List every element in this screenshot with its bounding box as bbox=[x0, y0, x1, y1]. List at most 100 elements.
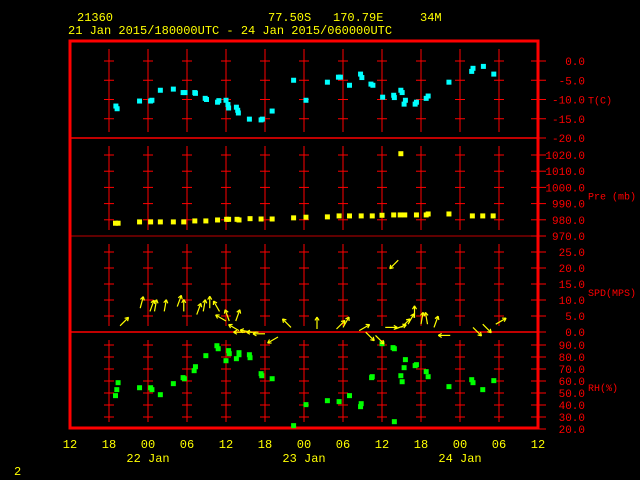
rh-point bbox=[149, 387, 155, 393]
y-tick-label: -20.0 bbox=[552, 134, 585, 146]
rh-point bbox=[236, 352, 242, 358]
temperature-point bbox=[401, 101, 407, 107]
temperature-point bbox=[470, 65, 476, 71]
x-tick-label: 12 bbox=[375, 438, 389, 452]
pressure-point bbox=[347, 213, 352, 219]
rh-point bbox=[391, 346, 397, 352]
x-tick-label: 00 bbox=[297, 438, 311, 452]
pressure-point bbox=[336, 213, 342, 219]
y-tick-label: 15.0 bbox=[559, 280, 585, 292]
y-tick-label: 30.0 bbox=[559, 413, 585, 425]
wind-vector bbox=[336, 320, 346, 330]
x-date-label: 24 Jan bbox=[438, 452, 481, 466]
rh-point bbox=[324, 398, 330, 404]
pressure-point bbox=[157, 219, 163, 225]
y-axis-label: T(C) bbox=[588, 96, 612, 108]
x-date-label: 23 Jan bbox=[282, 452, 325, 466]
pressure-point bbox=[324, 214, 330, 220]
temperature-point bbox=[291, 77, 297, 83]
pressure-point bbox=[192, 218, 198, 224]
pressure-point bbox=[170, 219, 176, 225]
temperature-point bbox=[157, 87, 163, 93]
y-tick-label: 10.0 bbox=[559, 296, 585, 308]
x-tick-label: 00 bbox=[453, 438, 467, 452]
x-tick-label: 12 bbox=[63, 438, 77, 452]
pressure-point bbox=[236, 217, 242, 223]
rh-point bbox=[269, 376, 275, 382]
wind-vector bbox=[282, 318, 292, 328]
pressure-point bbox=[490, 213, 496, 219]
temperature-point bbox=[182, 90, 188, 96]
y-tick-label: 970.0 bbox=[552, 232, 585, 244]
temperature-point bbox=[391, 95, 397, 101]
y-tick-label: 5.0 bbox=[565, 312, 585, 324]
pressure-point bbox=[469, 213, 475, 219]
temperature-point bbox=[446, 79, 452, 85]
y-tick-label: 40.0 bbox=[559, 401, 585, 413]
temperature-point bbox=[269, 108, 275, 114]
pressure-point bbox=[269, 216, 275, 222]
pressure-point bbox=[115, 220, 121, 226]
pressure-point bbox=[258, 216, 264, 222]
pressure-point bbox=[413, 212, 419, 218]
temperature-point bbox=[204, 97, 209, 102]
y-tick-label: 60.0 bbox=[559, 377, 585, 389]
rh-point bbox=[203, 353, 209, 359]
temperature-point bbox=[399, 90, 405, 96]
rh-point bbox=[470, 380, 476, 386]
pressure-point bbox=[369, 213, 375, 219]
pressure-point bbox=[397, 212, 403, 218]
rh-point bbox=[402, 357, 408, 363]
temperature-point bbox=[303, 97, 309, 103]
y-axis-label: RH(%) bbox=[588, 383, 618, 395]
pressure-point bbox=[247, 216, 253, 222]
y-tick-label: -15.0 bbox=[552, 115, 585, 127]
rh-point bbox=[347, 393, 352, 399]
temperature-point bbox=[170, 86, 176, 92]
y-tick-label: 1010.0 bbox=[545, 167, 585, 179]
y-tick-label: 0.0 bbox=[565, 328, 585, 340]
y-axis-label: Pre (mb) bbox=[588, 192, 636, 204]
y-tick-label: 80.0 bbox=[559, 353, 585, 365]
temperature-point bbox=[246, 116, 252, 122]
temperature-point bbox=[324, 79, 330, 85]
x-tick-label: 18 bbox=[258, 438, 272, 452]
temperature-point bbox=[226, 105, 232, 111]
rh-point bbox=[113, 393, 118, 399]
rh-point bbox=[247, 355, 253, 361]
temperature-point bbox=[235, 110, 241, 116]
y-tick-label: 25.0 bbox=[559, 248, 585, 260]
rh-point bbox=[369, 374, 375, 380]
x-tick-label: 06 bbox=[336, 438, 350, 452]
pressure-point bbox=[425, 211, 431, 217]
pressure-point bbox=[226, 216, 232, 222]
x-tick-label: 12 bbox=[219, 438, 233, 452]
pressure-point bbox=[379, 212, 385, 218]
rh-point bbox=[259, 373, 265, 379]
y-tick-label: 50.0 bbox=[559, 389, 585, 401]
y-tick-label: 0.0 bbox=[565, 57, 585, 69]
rh-point bbox=[391, 419, 397, 425]
rh-point bbox=[425, 374, 431, 380]
rh-point bbox=[401, 365, 407, 371]
wind-vector bbox=[119, 316, 129, 327]
temperature-point bbox=[259, 116, 265, 122]
y-tick-label: -10.0 bbox=[552, 96, 585, 108]
y-tick-label: 1020.0 bbox=[545, 151, 585, 163]
y-tick-label: -5.0 bbox=[559, 76, 585, 88]
temperature-point bbox=[380, 94, 386, 100]
y-tick-label: 20.0 bbox=[559, 264, 585, 276]
rh-point bbox=[399, 379, 405, 385]
pressure-point bbox=[148, 219, 154, 225]
y-tick-label: 1000.0 bbox=[545, 183, 585, 195]
pressure-point bbox=[215, 217, 221, 223]
temperature-point bbox=[337, 74, 343, 80]
rh-point bbox=[491, 378, 497, 384]
y-tick-label: 90.0 bbox=[559, 341, 585, 353]
y-axis-label: SPD(MPS) bbox=[588, 288, 636, 300]
rh-point bbox=[303, 402, 309, 408]
temperature-point bbox=[370, 82, 376, 88]
rh-point bbox=[291, 423, 297, 429]
temperature-point bbox=[480, 63, 486, 69]
wind-vector bbox=[365, 331, 375, 342]
